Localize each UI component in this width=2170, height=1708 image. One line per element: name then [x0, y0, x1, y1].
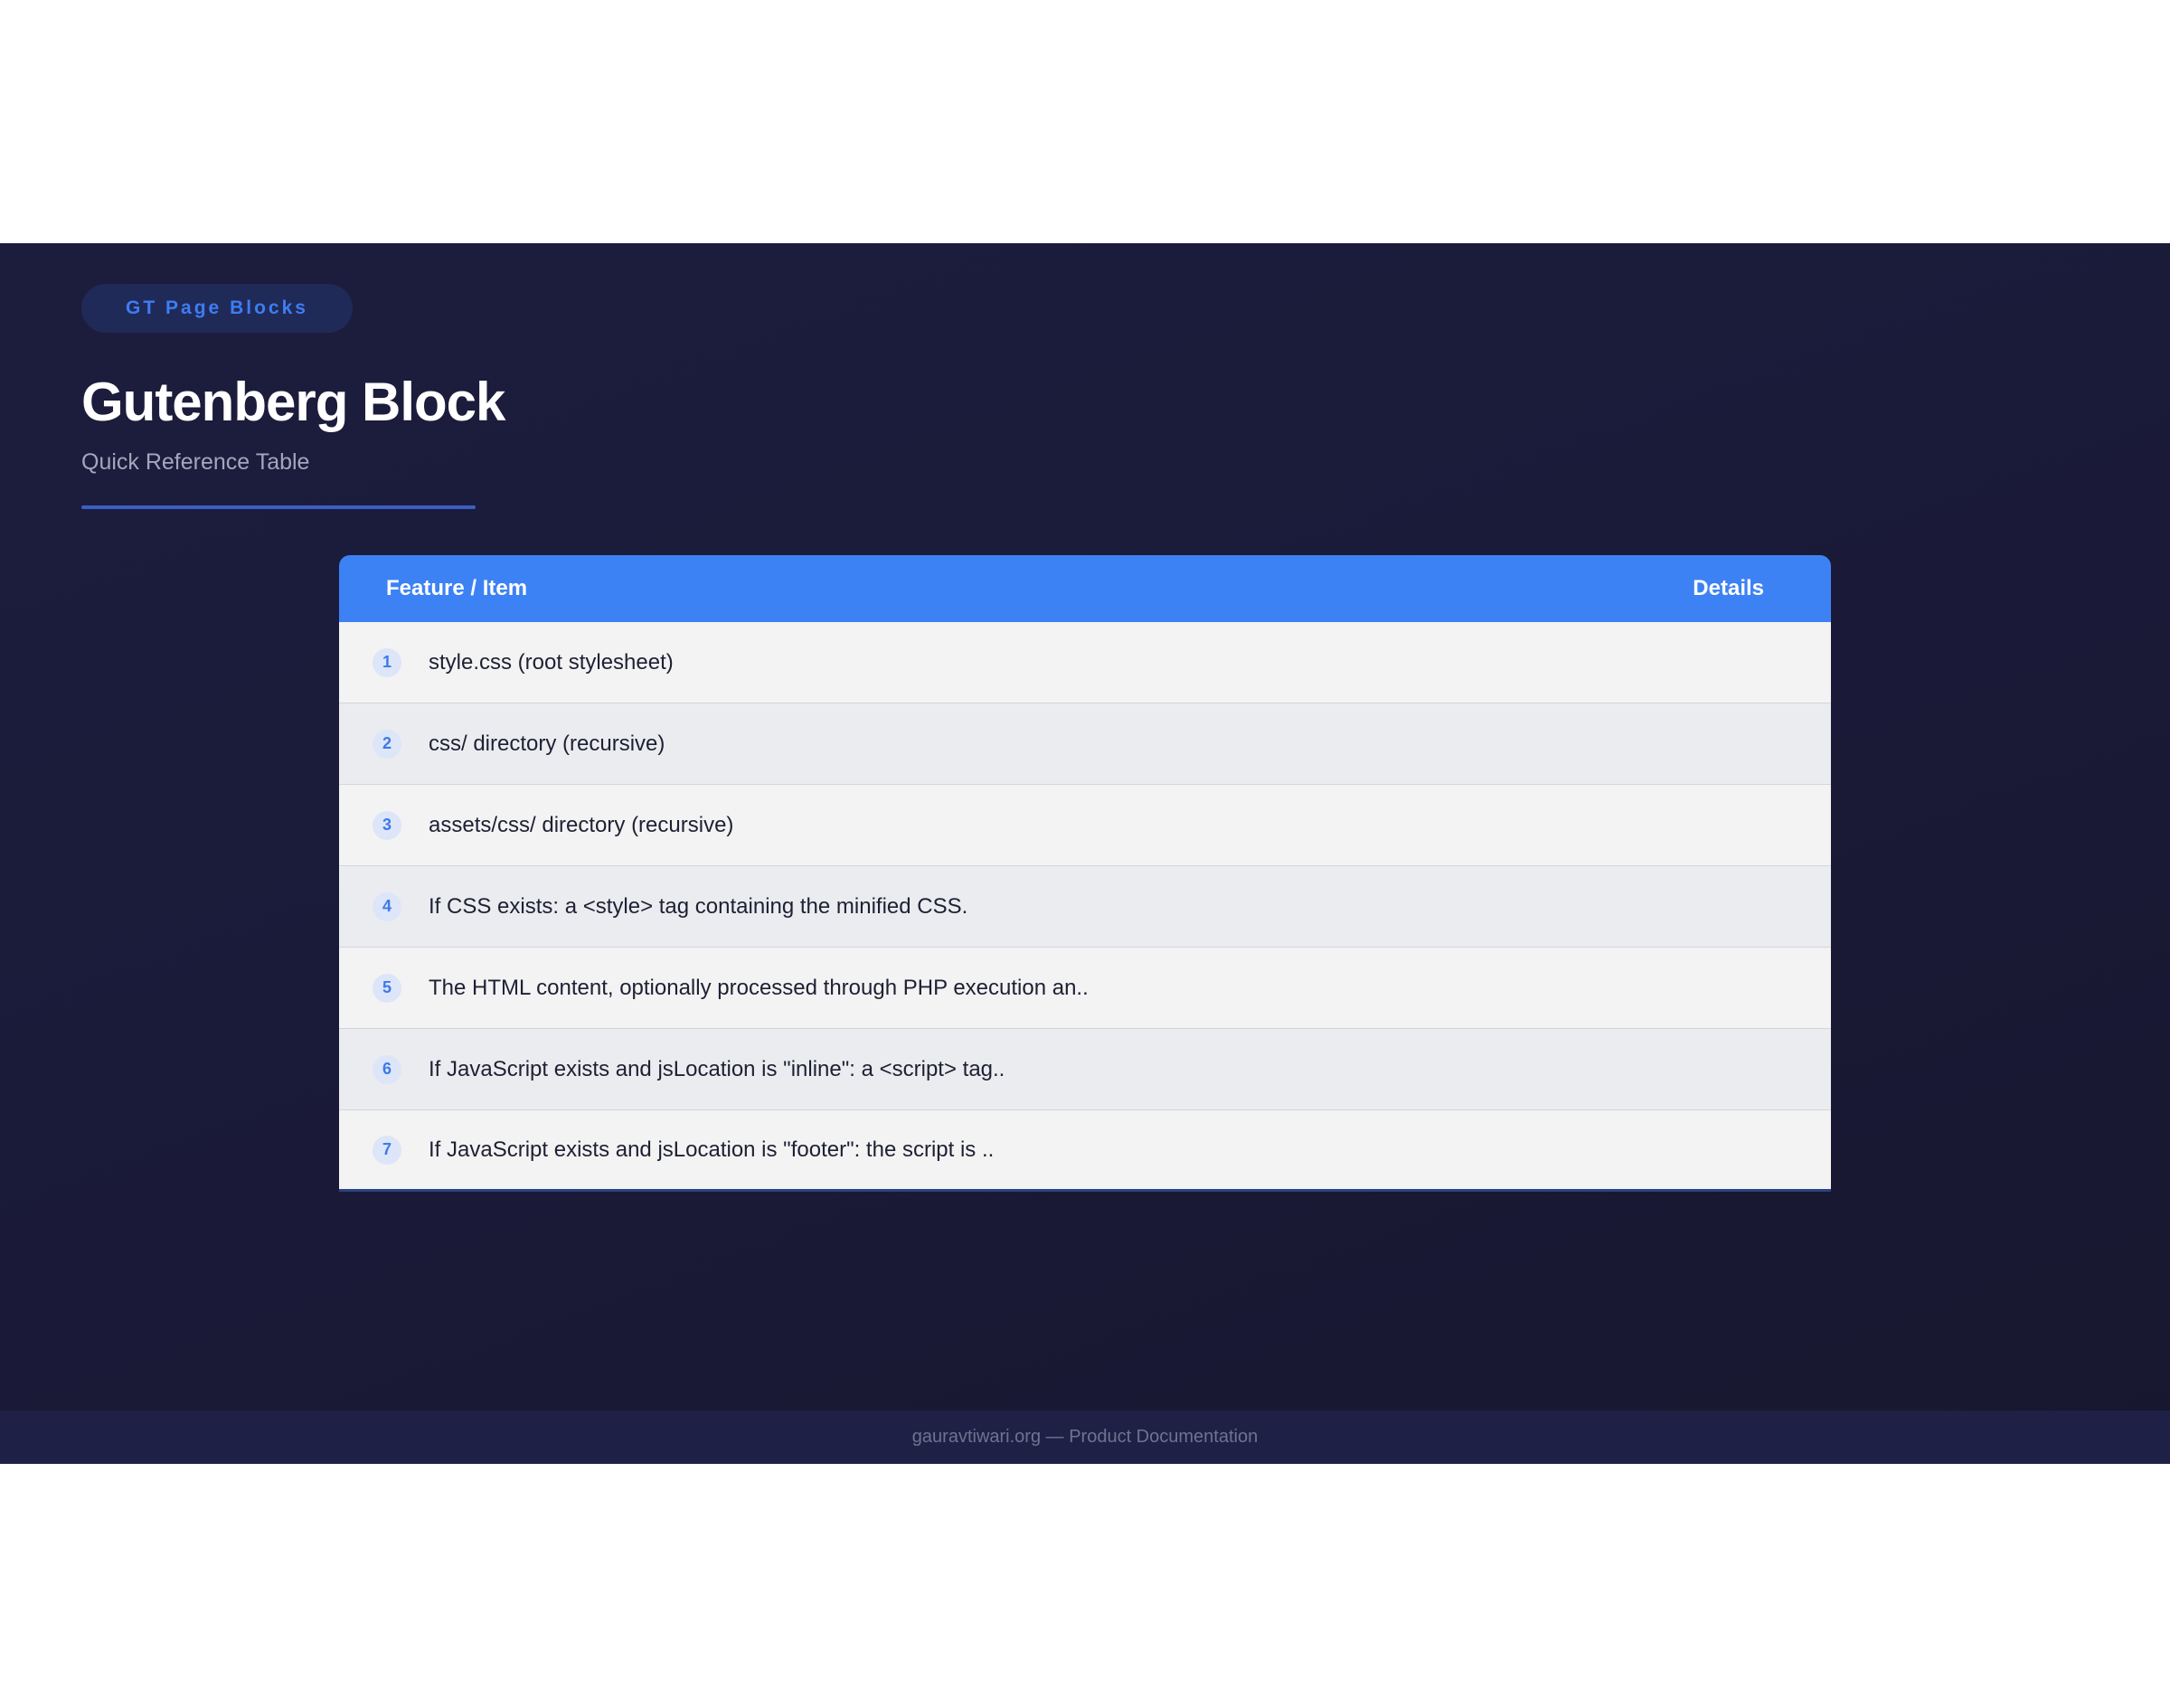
- row-number-badge: 5: [373, 973, 401, 1003]
- table-header: Feature / Item Details: [339, 555, 1831, 622]
- row-number-badge: 6: [373, 1054, 401, 1084]
- table-row: 3 assets/css/ directory (recursive): [339, 785, 1831, 866]
- row-number-badge: 3: [373, 810, 401, 840]
- page-subtitle: Quick Reference Table: [81, 449, 310, 475]
- table-body: 1 style.css (root stylesheet) 2 css/ dir…: [339, 622, 1831, 1192]
- row-text: style.css (root stylesheet): [429, 649, 674, 675]
- row-text: If CSS exists: a <style> tag containing …: [429, 893, 968, 919]
- table-row: 1 style.css (root stylesheet): [339, 622, 1831, 703]
- table-row: 7 If JavaScript exists and jsLocation is…: [339, 1110, 1831, 1192]
- row-number-badge: 1: [373, 647, 401, 677]
- category-badge: GT Page Blocks: [81, 284, 353, 333]
- footer-text: gauravtiwari.org — Product Documentation: [911, 1427, 1259, 1447]
- row-number-badge: 4: [373, 892, 401, 921]
- table-row: 4 If CSS exists: a <style> tag containin…: [339, 866, 1831, 948]
- page-title: Gutenberg Block: [81, 372, 505, 432]
- row-text: The HTML content, optionally processed t…: [429, 975, 1089, 1000]
- table-row: 5 The HTML content, optionally processed…: [339, 948, 1831, 1029]
- column-header-details: Details: [1693, 576, 1764, 600]
- table-row: 6 If JavaScript exists and jsLocation is…: [339, 1029, 1831, 1110]
- row-text: If JavaScript exists and jsLocation is "…: [429, 1137, 995, 1162]
- row-number-badge: 2: [373, 729, 401, 759]
- row-text: assets/css/ directory (recursive): [429, 812, 734, 837]
- column-header-feature: Feature / Item: [386, 576, 528, 600]
- table-row: 2 css/ directory (recursive): [339, 703, 1831, 785]
- row-text: css/ directory (recursive): [429, 731, 665, 756]
- reference-table: Feature / Item Details 1 style.css (root…: [339, 555, 1831, 1192]
- slide: GT Page Blocks Gutenberg Block Quick Ref…: [0, 243, 2170, 1464]
- footer: gauravtiwari.org — Product Documentation: [0, 1411, 2170, 1464]
- title-divider: [81, 505, 476, 509]
- row-text: If JavaScript exists and jsLocation is "…: [429, 1056, 1005, 1081]
- row-number-badge: 7: [373, 1135, 401, 1165]
